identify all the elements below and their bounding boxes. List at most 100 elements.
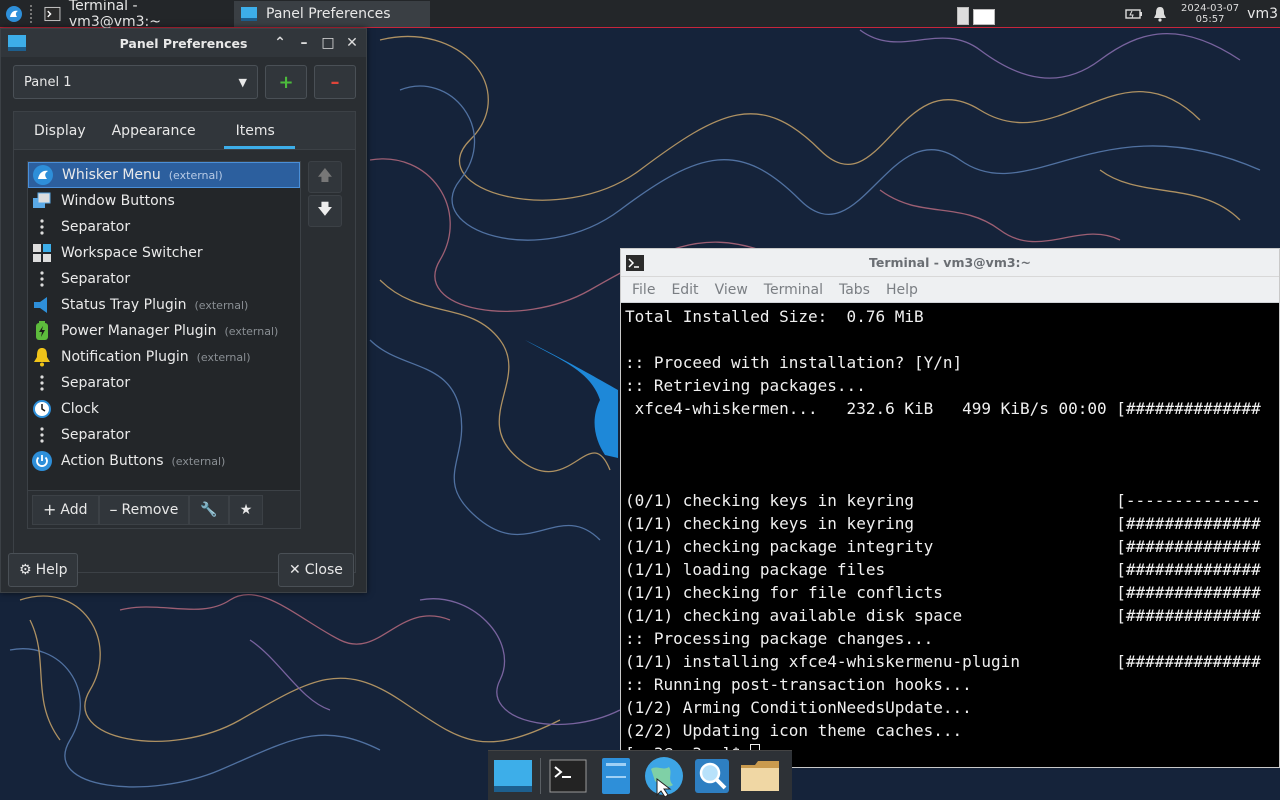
list-item[interactable]: Clock [28,396,300,422]
separator-icon [31,216,53,238]
move-up-button[interactable]: 🡅 [308,161,342,193]
panel-items-list[interactable]: Whisker Menu (external) Window Buttons S… [27,161,301,491]
terminal-menubar: File Edit View Terminal Tabs Help [621,277,1279,303]
item-name: Whisker Menu [62,167,161,183]
taskbar-item-terminal[interactable]: Terminal - vm3@vm3:~ [38,0,234,30]
menu-edit[interactable]: Edit [664,282,705,298]
minus-icon: – [330,71,340,93]
star-icon: ★ [239,501,253,518]
edit-item-button[interactable]: 🔧 [189,494,229,525]
item-name: Notification Plugin [61,349,189,365]
terminal-line: ​ [625,466,1279,489]
window-titlebar[interactable]: Terminal - vm3@vm3:~ [621,249,1279,277]
clock[interactable]: 2024-03-07 05:57 [1173,3,1247,25]
minimize-button[interactable]: – [296,33,312,53]
item-name: Separator [61,375,131,391]
workspace-2[interactable] [973,8,996,25]
list-item[interactable]: Workspace Switcher [28,240,300,266]
remove-item-button[interactable]: – Remove [98,494,190,525]
dock-web-browser[interactable] [643,754,685,798]
list-item[interactable]: Notification Plugin (external) [28,344,300,370]
terminal-output[interactable]: Total Installed Size: 0.76 MiB​:: Procee… [625,305,1279,767]
terminal-line: (1/1) loading package files [###########… [625,560,1261,579]
plus-icon: + [43,500,57,519]
dock-app-finder[interactable] [691,754,733,798]
close-label: Close [304,562,343,578]
about-item-button[interactable]: ★ [228,494,264,525]
workspace-1[interactable] [957,6,970,25]
bell-icon[interactable] [1153,6,1167,22]
workspace-switcher[interactable] [957,1,996,27]
terminal-icon [44,6,61,21]
window-titlebar[interactable]: Panel Preferences ⌃ – □ ✕ [1,29,366,57]
panel-select[interactable]: Panel 1 ▼ [13,65,258,99]
menu-tabs[interactable]: Tabs [832,282,877,298]
add-panel-button[interactable]: + [265,65,307,99]
list-item[interactable]: Separator [28,422,300,448]
terminal-line: (0/1) checking keys in keyring [--------… [625,491,1261,510]
list-item[interactable]: Separator [28,266,300,292]
list-item[interactable]: Action Buttons (external) [28,448,300,474]
add-item-button[interactable]: + Add [32,494,99,525]
menu-help[interactable]: Help [879,282,925,298]
menu-view[interactable]: View [708,282,755,298]
tab-items[interactable]: Items [216,112,296,149]
close-button[interactable]: ✕ Close [278,553,354,587]
clock-time: 05:57 [1195,13,1225,25]
separator-icon [31,372,53,394]
chevron-down-icon: ▼ [238,75,247,89]
app-finder-icon [695,758,729,793]
clock-icon [31,398,53,420]
items-toolbar: + Add – Remove 🔧 ★ [27,491,301,529]
show-desktop-icon [494,759,532,792]
list-item[interactable]: Window Buttons [28,188,300,214]
dock-show-desktop[interactable] [492,754,534,798]
terminal-line: :: Proceed with installation? [Y/n] [625,353,963,372]
folder-icon [741,760,779,791]
arrow-down-icon: 🡇 [317,199,333,218]
taskbar-item-panel-preferences[interactable]: Panel Preferences [234,0,430,27]
dock-separator [540,757,541,794]
clock-date: 2024-03-07 [1181,2,1240,14]
dock-file-manager[interactable] [595,754,637,798]
window-title: Terminal - vm3@vm3:~ [868,255,1032,270]
list-item[interactable]: Separator [28,214,300,240]
remove-panel-button[interactable]: – [314,65,356,99]
terminal-line: ​ [625,443,1279,466]
item-external-tag: (external) [196,350,251,364]
close-window-button[interactable]: ✕ [344,33,360,53]
list-item[interactable]: Separator [28,370,300,396]
list-item[interactable]: Status Tray Plugin (external) [28,292,300,318]
help-button[interactable]: ⚙ Help [8,553,79,587]
status-tray [1125,6,1173,22]
item-external-tag: (external) [168,168,223,182]
list-item[interactable]: Power Manager Plugin (external) [28,318,300,344]
arrow-up-icon: 🡅 [317,165,333,184]
maximize-button[interactable]: □ [320,33,336,53]
whisker-menu-button[interactable] [0,0,28,28]
dock-home-folder[interactable] [739,754,781,798]
shade-button[interactable]: ⌃ [272,33,288,53]
panel-preferences-window: Panel Preferences ⌃ – □ ✕ Panel 1 ▼ + – … [0,28,367,593]
tab-bar: Display Appearance Items [14,112,355,150]
menu-terminal[interactable]: Terminal [757,282,830,298]
help-label: Help [35,562,68,578]
item-name: Power Manager Plugin [61,323,217,339]
terminal-line: (1/1) checking for file conflicts [#####… [625,583,1261,602]
tab-appearance[interactable]: Appearance [106,112,216,149]
item-name: Action Buttons [61,453,164,469]
remove-item-label: Remove [121,501,179,518]
terminal-line: ​ [625,420,1279,443]
list-item[interactable]: Whisker Menu (external) [28,162,300,188]
battery-icon [31,320,53,342]
action-buttons-user[interactable]: vm3 [1247,6,1280,22]
minus-icon: – [109,500,118,519]
dock-terminal[interactable] [547,754,589,798]
menu-file[interactable]: File [625,282,662,298]
move-down-button[interactable]: 🡇 [308,195,342,227]
panel-preferences-icon [241,6,257,21]
tab-display[interactable]: Display [14,112,106,149]
workspace-switcher-icon [31,242,53,264]
add-item-label: Add [60,501,88,518]
battery-icon[interactable] [1125,7,1143,21]
